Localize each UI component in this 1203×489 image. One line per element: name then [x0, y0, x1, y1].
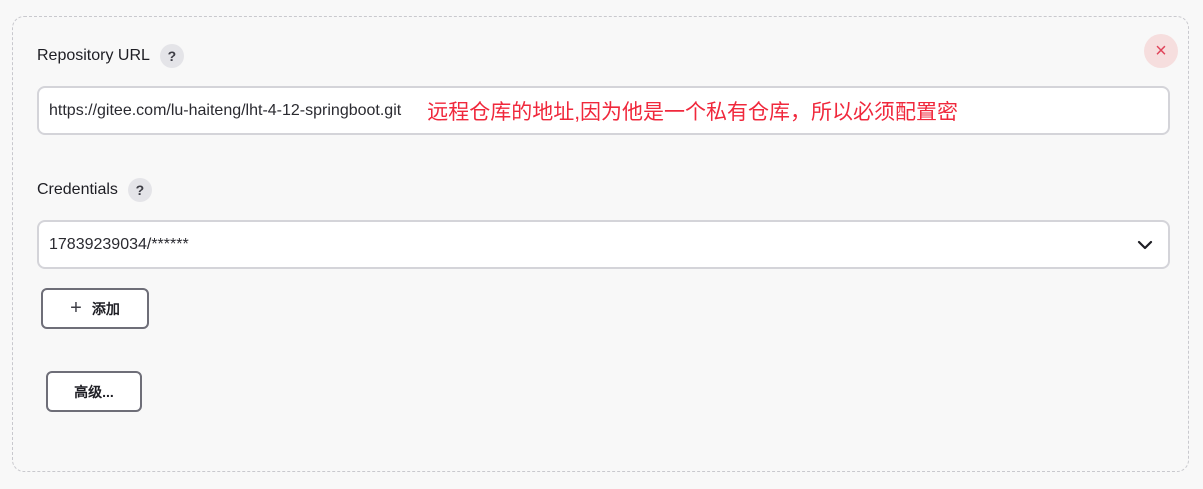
add-credentials-label: 添加: [91, 300, 120, 317]
advanced-button[interactable]: 高级...: [46, 371, 142, 412]
repository-url-input[interactable]: https://gitee.com/lu-haiteng/lht-4-12-sp…: [37, 86, 1170, 135]
repository-url-label: Repository URL: [37, 47, 150, 64]
advanced-label: 高级...: [74, 383, 114, 400]
delete-repository-button[interactable]: ×: [1144, 34, 1178, 68]
repository-url-value: https://gitee.com/lu-haiteng/lht-4-12-sp…: [49, 101, 402, 119]
add-credentials-button[interactable]: + 添加: [41, 288, 149, 329]
credentials-selected-value: 17839239034/******: [49, 235, 189, 253]
annotation-text: 远程仓库的地址,因为他是一个私有仓库，所以必须配置密: [427, 100, 959, 124]
credentials-help-icon[interactable]: ?: [127, 178, 152, 202]
repository-url-label-row: Repository URL ?: [37, 44, 184, 68]
credentials-label: Credentials: [37, 181, 118, 198]
credentials-label-row: Credentials ?: [37, 178, 152, 202]
chevron-down-icon: [1137, 240, 1153, 250]
credentials-select[interactable]: 17839239034/******: [37, 220, 1170, 269]
repository-url-help-icon[interactable]: ?: [159, 44, 184, 68]
close-icon: ×: [1155, 39, 1167, 62]
plus-icon: +: [70, 297, 82, 319]
